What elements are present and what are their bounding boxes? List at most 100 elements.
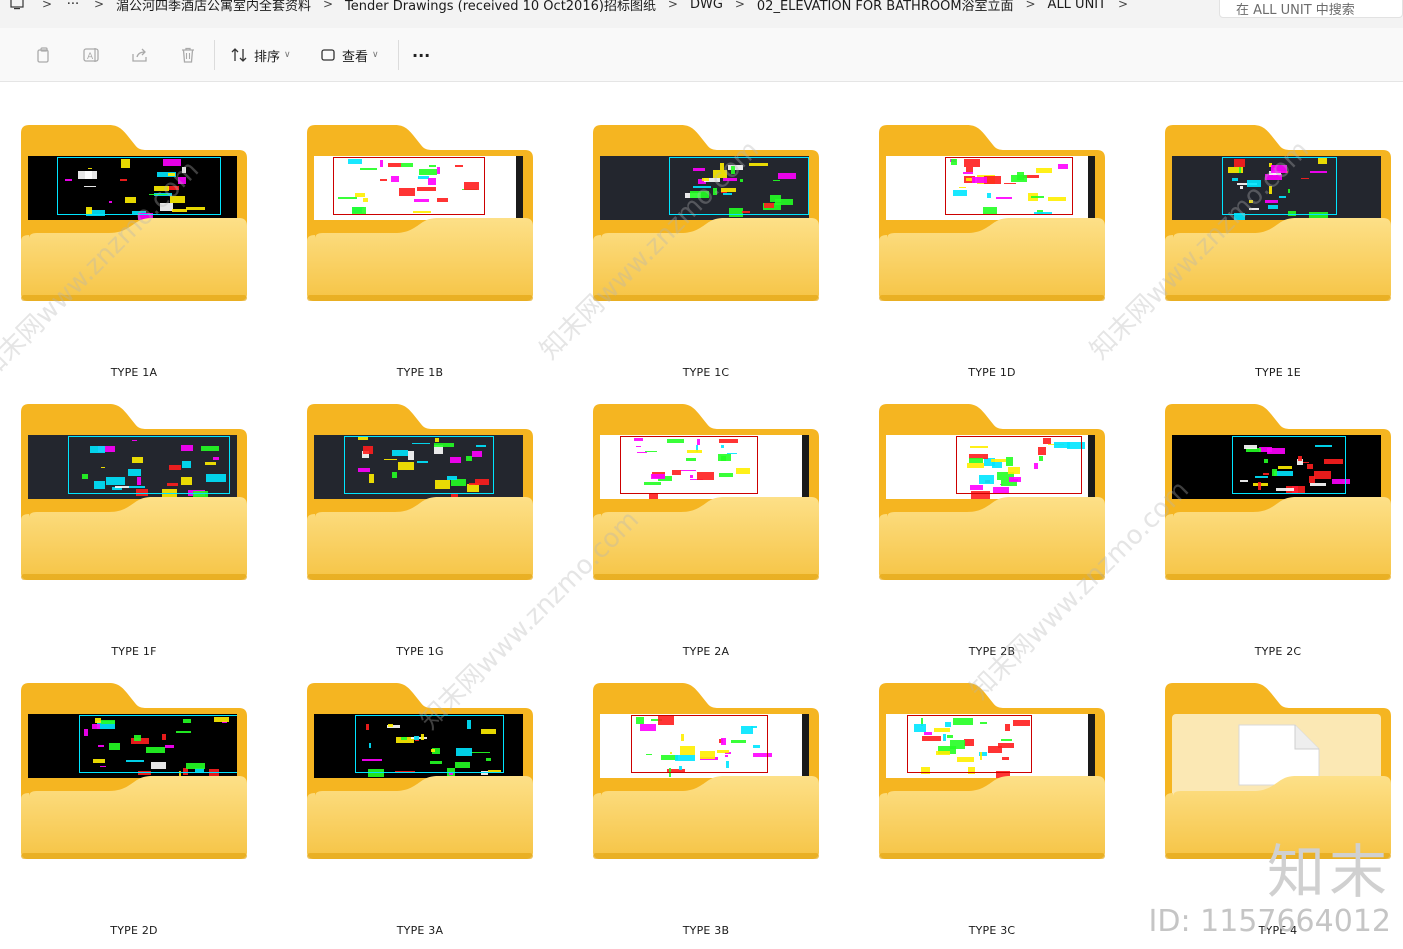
computer-icon[interactable]: [0, 0, 34, 10]
breadcrumb-item[interactable]: DWG: [686, 0, 727, 12]
breadcrumb-more[interactable]: ···: [60, 0, 86, 12]
watermark-id: ID: 1157664012: [1148, 904, 1391, 939]
cad-thumbnail: [886, 156, 1095, 220]
cad-thumbnail: [28, 156, 237, 220]
breadcrumb-item[interactable]: ALL UNIT: [1044, 0, 1111, 12]
address-bar: > ··· > 湄公河四季酒店公寓室内全套资料 > Tender Drawing…: [0, 0, 1403, 28]
folder-icon[interactable]: [1165, 683, 1391, 861]
cad-thumbnail: [1172, 156, 1381, 220]
cad-thumbnail-edge: [516, 156, 523, 220]
folder-name: TYPE 2C: [1254, 645, 1302, 658]
chevron-right-icon: >: [41, 0, 53, 11]
chevron-right-icon: >: [93, 0, 105, 11]
cut-icon[interactable]: [0, 44, 4, 66]
chevron-right-icon: >: [322, 0, 334, 11]
cad-thumbnail: [1172, 435, 1381, 499]
sort-label: 排序: [254, 49, 281, 65]
cad-thumbnail-frame: [956, 436, 1083, 494]
watermark: 知末 ID: 1157664012: [1149, 843, 1391, 937]
folder-icon[interactable]: [879, 683, 1105, 861]
cad-thumbnail-frame: [343, 436, 495, 494]
folder-icon[interactable]: [593, 125, 819, 303]
breadcrumb: > ··· > 湄公河四季酒店公寓室内全套资料 > Tender Drawing…: [0, 0, 1136, 15]
folder-icon[interactable]: [21, 404, 247, 582]
cad-thumbnail-frame: [1232, 436, 1346, 494]
chevron-right-icon: >: [1025, 0, 1036, 11]
watermark-brand: 知末: [1266, 838, 1391, 906]
chevron-right-icon: >: [734, 0, 745, 11]
more-options-button[interactable]: ···: [412, 44, 430, 66]
cad-thumbnail-frame: [945, 157, 1073, 215]
cad-thumbnail: [600, 714, 809, 778]
folder-icon[interactable]: [21, 683, 247, 861]
folder-name: TYPE 3B: [682, 924, 730, 937]
folder-name: TYPE 3A: [396, 924, 444, 937]
chevron-down-icon: ∨: [372, 50, 379, 60]
cad-thumbnail: [600, 156, 809, 220]
cad-thumbnail-frame: [78, 715, 237, 773]
folder-icon[interactable]: [21, 125, 247, 303]
folder-icon[interactable]: [879, 404, 1105, 582]
cad-thumbnail: [886, 435, 1095, 499]
cad-thumbnail-frame: [1221, 157, 1337, 215]
cad-thumbnail-frame: [354, 715, 504, 773]
cad-thumbnail-frame: [57, 157, 222, 215]
view-icon: [321, 49, 335, 61]
folder-icon[interactable]: [593, 683, 819, 861]
cad-thumbnail-frame: [669, 157, 809, 215]
cad-thumbnail-edge: [1088, 435, 1095, 499]
folder-icon[interactable]: [1165, 125, 1391, 303]
cad-thumbnail: [314, 435, 523, 499]
folder-name: TYPE 2D: [110, 924, 158, 937]
command-bar: A 排序 ∨ 查看 ∨ ···: [0, 28, 1403, 82]
cad-thumbnail-frame: [620, 436, 759, 494]
cad-thumbnail: [28, 714, 237, 778]
breadcrumb-item[interactable]: Tender Drawings (received 10 Oct2016)招标图…: [341, 0, 660, 14]
cad-thumbnail-edge: [1088, 714, 1095, 778]
folder-name: TYPE 2B: [968, 645, 1016, 658]
folder-icon[interactable]: [307, 683, 533, 861]
toolbar-divider: [398, 40, 399, 70]
folder-name: TYPE 1A: [110, 366, 158, 379]
folder-name: TYPE 1G: [396, 645, 444, 658]
cad-thumbnail: [886, 714, 1095, 778]
breadcrumb-item[interactable]: 湄公河四季酒店公寓室内全套资料: [112, 0, 315, 14]
cad-thumbnail-frame: [333, 157, 485, 215]
cad-thumbnail-edge: [1088, 156, 1095, 220]
folder-icon[interactable]: [593, 404, 819, 582]
view-button[interactable]: 查看 ∨: [320, 44, 379, 66]
folder-name: TYPE 2A: [682, 645, 730, 658]
toolbar-divider: [214, 40, 215, 70]
search-input[interactable]: 在 ALL UNIT 中搜索: [1219, 0, 1403, 18]
folder-name: TYPE 1D: [968, 366, 1016, 379]
folder-name: TYPE 1F: [111, 645, 157, 658]
folder-icon[interactable]: [307, 125, 533, 303]
cad-thumbnail-frame: [67, 436, 231, 494]
folder-grid: TYPE 1A TYPE 1B TYPE 1C TYPE 1D TYPE 1E TYPE …: [0, 83, 1403, 949]
cad-thumbnail: [314, 156, 523, 220]
cad-thumbnail-edge: [802, 435, 809, 499]
view-label: 查看: [342, 49, 369, 65]
folder-name: TYPE 3C: [968, 924, 1016, 937]
chevron-right-icon[interactable]: >: [1110, 0, 1136, 11]
cad-thumbnail: [314, 714, 523, 778]
chevron-right-icon: >: [667, 0, 678, 11]
cad-thumbnail-edge: [802, 714, 809, 778]
sort-button[interactable]: 排序 ∨: [230, 44, 291, 66]
cad-thumbnail-frame: [907, 715, 1032, 773]
rename-icon[interactable]: A: [83, 44, 101, 66]
sort-icon: [231, 48, 247, 62]
svg-text:A: A: [87, 52, 94, 62]
document-icon: [1237, 723, 1321, 787]
folder-icon[interactable]: [307, 404, 533, 582]
cad-thumbnail: [28, 435, 237, 499]
copy-icon[interactable]: [35, 44, 53, 66]
folder-icon[interactable]: [1165, 404, 1391, 582]
breadcrumb-item[interactable]: 02_ELEVATION FOR BATHROOM浴室立面: [753, 0, 1018, 14]
folder-icon[interactable]: [879, 125, 1105, 303]
delete-icon[interactable]: [179, 44, 197, 66]
share-icon[interactable]: [131, 44, 149, 66]
cad-thumbnail-frame: [630, 715, 768, 773]
chevron-down-icon: ∨: [284, 50, 291, 60]
cad-thumbnail: [600, 435, 809, 499]
